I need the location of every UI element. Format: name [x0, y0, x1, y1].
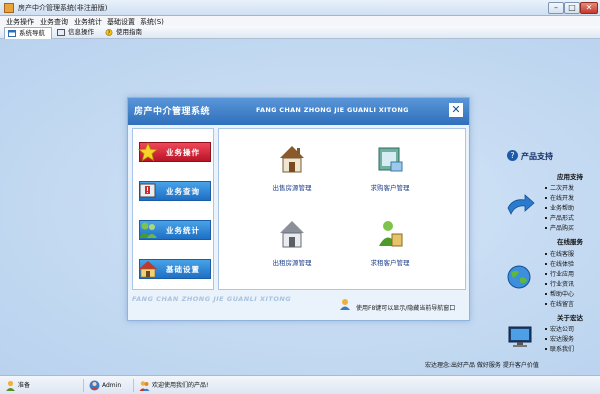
nav-business-query[interactable]: 业务查询 — [139, 181, 211, 201]
app-icon — [4, 3, 14, 13]
dialog-pinyin: FANG CHAN ZHONG JIE GUANLI XITONG — [256, 106, 409, 114]
dialog-hint: 使用F8键可以显示/隐藏当前导航窗口 — [356, 305, 456, 312]
nav-panel: 业务操作 业务查询 业务统计 基础设置 — [132, 128, 214, 290]
minimize-button[interactable]: – — [548, 2, 564, 14]
person-bag-icon — [379, 221, 403, 247]
close-button[interactable]: ✕ — [580, 2, 598, 14]
feature-panel: 出售房源管理 求购客户管理 出租房源管理 求租客户管理 — [218, 128, 466, 290]
dialog-header: 房产中介管理系统 FANG CHAN ZHONG JIE GUANLI XITO… — [128, 98, 469, 125]
dialog-footer-pinyin: FANG CHAN ZHONG JIE GUANLI XITONG — [132, 295, 292, 303]
tab-label: 信息操作 — [68, 28, 94, 36]
nav-business-operation[interactable]: 业务操作 — [138, 141, 211, 162]
house-icon — [280, 146, 304, 173]
status-ready-text: 准备 — [18, 382, 31, 389]
nav-label: 业务查询 — [166, 187, 200, 196]
window-title: 房产中介管理系统(非注册版) — [18, 4, 108, 12]
support-item[interactable]: 产品形式 — [545, 213, 574, 222]
status-user-text: Admin — [102, 382, 122, 389]
support-item[interactable]: 在线开发 — [545, 193, 574, 202]
about-item[interactable]: 联系我们 — [545, 344, 574, 353]
window-icon — [8, 30, 16, 37]
users-icon — [139, 222, 157, 238]
nav-label: 基础设置 — [166, 265, 200, 274]
feature-sale-listings[interactable]: 出售房源管理 — [257, 144, 327, 202]
user-hint-icon — [340, 299, 350, 310]
toolbar: 系统导航 信息操作 ? 使用指南 — [0, 26, 600, 39]
feature-label: 出售房源管理 — [272, 184, 312, 192]
service-item[interactable]: 帮助中心 — [545, 289, 574, 298]
svg-text:?: ? — [108, 30, 111, 36]
tab-info-operation[interactable]: 信息操作 — [54, 27, 98, 39]
house-icon — [280, 221, 304, 248]
alert-monitor-icon — [139, 183, 156, 198]
group-head-app-support: 应用支持 — [557, 173, 583, 181]
help-icon: ? — [105, 29, 113, 36]
nav-label: 业务统计 — [166, 226, 200, 235]
service-item[interactable]: 行业应用 — [545, 269, 574, 278]
nav-basic-settings[interactable]: 基础设置 — [139, 259, 211, 279]
about-item[interactable]: 宏达公司 — [545, 324, 574, 333]
star-icon — [138, 141, 158, 162]
feature-purchase-clients[interactable]: 求购客户管理 — [355, 144, 425, 202]
document-icon — [57, 29, 65, 36]
people-icon — [139, 381, 150, 391]
group-head-about: 关于宏达 — [557, 314, 583, 322]
status-welcome: 欢迎使用我们的产品! — [136, 379, 596, 392]
about-item[interactable]: 宏达服务 — [545, 334, 574, 343]
status-ready: 准备 — [2, 379, 84, 392]
product-support-title: 产品支持 — [521, 152, 553, 161]
title-bar: 房产中介管理系统(非注册版) – □ ✕ — [0, 0, 600, 16]
admin-icon — [89, 380, 100, 391]
tab-label: 系统导航 — [19, 29, 45, 37]
dialog-title: 房产中介管理系统 — [134, 107, 211, 117]
nav-label: 业务操作 — [166, 148, 200, 157]
status-bar: 准备 Admin 欢迎使用我们的产品! — [0, 375, 600, 394]
feature-label: 求租客户管理 — [370, 259, 410, 267]
nav-business-statistics[interactable]: 业务统计 — [139, 220, 211, 240]
feature-rental-listings[interactable]: 出租房源管理 — [257, 219, 327, 277]
navigation-dialog: 房产中介管理系统 FANG CHAN ZHONG JIE GUANLI XITO… — [127, 97, 470, 321]
group-head-online-service: 在线服务 — [557, 238, 583, 246]
feature-label: 求购客户管理 — [370, 184, 410, 192]
tab-user-guide[interactable]: ? 使用指南 — [102, 27, 152, 39]
service-item[interactable]: 在线客服 — [545, 249, 574, 258]
product-support-panel: ? 产品支持 应用支持 二次开发 在线开发 业务帮助 产品形式 产品购买 在线服… — [505, 150, 600, 375]
question-icon: ? — [507, 150, 518, 161]
maximize-button[interactable]: □ — [564, 2, 580, 14]
menu-bar: 业务操作 业务查询 业务统计 基础设置 系统(S) — [0, 16, 600, 26]
service-item[interactable]: 在线留言 — [545, 299, 574, 308]
feature-rental-clients[interactable]: 求租客户管理 — [355, 219, 425, 277]
home-settings-icon — [139, 261, 157, 278]
monitor-icon — [508, 326, 532, 347]
service-item[interactable]: 在线体验 — [545, 259, 574, 268]
globe-icon — [507, 265, 531, 289]
arrow-icon — [507, 194, 535, 215]
dialog-close-button[interactable]: ✕ — [449, 103, 463, 117]
tab-system-navigation[interactable]: 系统导航 — [4, 27, 52, 39]
status-user: Admin — [86, 379, 134, 392]
status-welcome-text: 欢迎使用我们的产品! — [152, 382, 209, 389]
tab-label: 使用指南 — [116, 28, 142, 36]
company-motto: 宏达理念:出好产品 做好服务 提升客户价值 — [425, 362, 539, 369]
card-icon — [378, 147, 403, 172]
support-item[interactable]: 产品购买 — [545, 223, 574, 232]
support-item[interactable]: 二次开发 — [545, 183, 574, 192]
feature-label: 出租房源管理 — [272, 259, 312, 267]
service-item[interactable]: 行业资讯 — [545, 279, 574, 288]
support-item[interactable]: 业务帮助 — [545, 203, 574, 212]
user-icon — [6, 380, 15, 391]
